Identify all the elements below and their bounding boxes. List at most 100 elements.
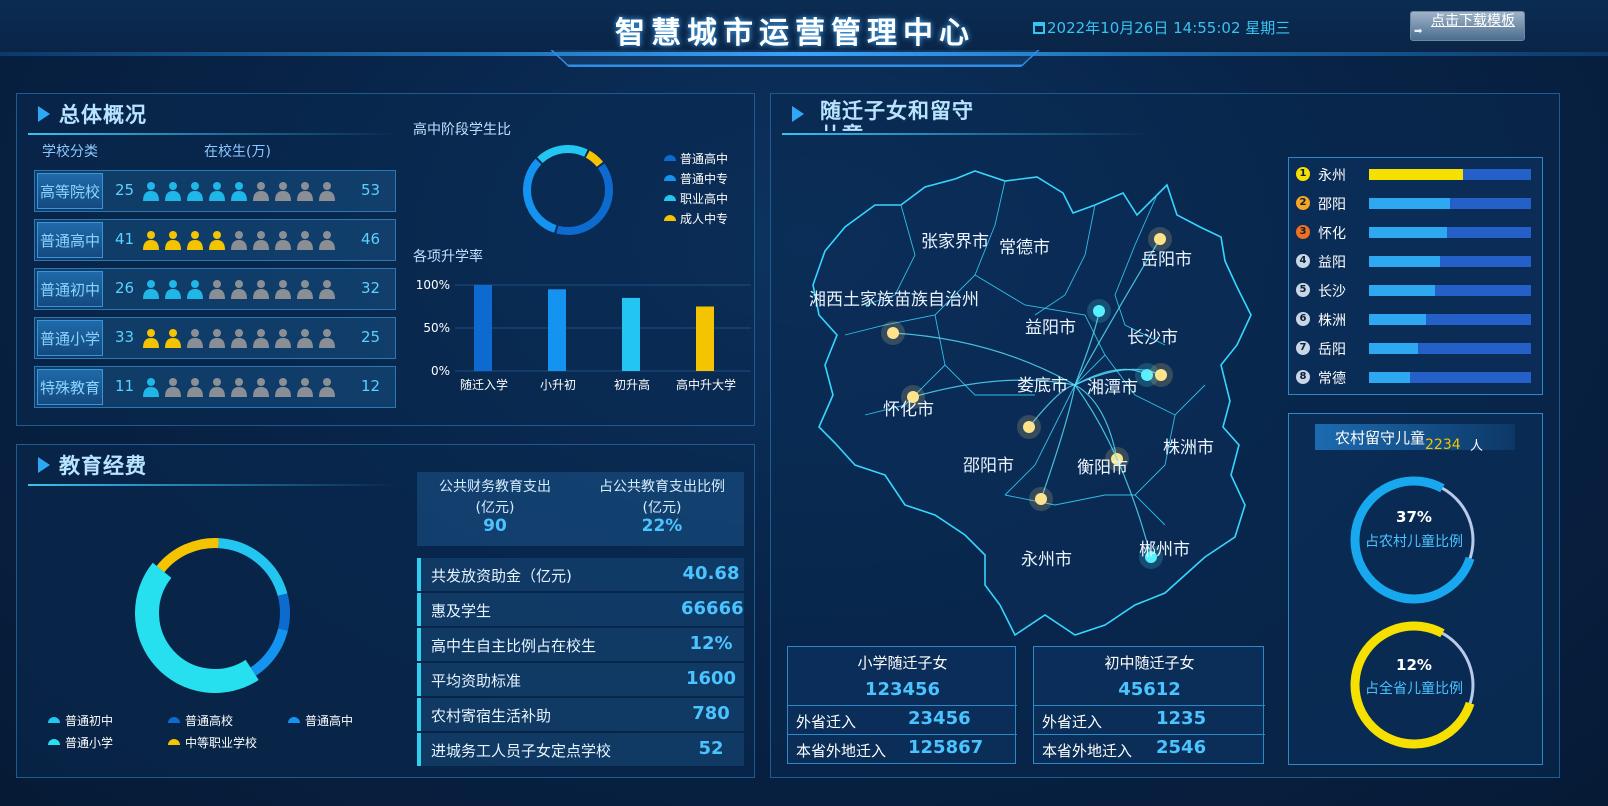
ranking-row: 1 永州 <box>1296 163 1536 187</box>
city-label: 益阳市 <box>1025 318 1076 338</box>
junior-migrant-total: 45612 <box>1118 679 1181 700</box>
rate-bar <box>474 285 492 371</box>
legend-marker-icon <box>664 175 676 181</box>
person-icon <box>297 329 313 348</box>
title-underline <box>28 133 398 135</box>
funding-item-value: 780 <box>692 703 730 724</box>
person-icon <box>231 378 247 397</box>
overview-title: 总体概况 <box>59 103 147 127</box>
person-icon <box>253 280 269 299</box>
funding-legend-label: 中等职业学校 <box>185 736 258 750</box>
person-icon <box>187 329 203 348</box>
school-type-label: 普通小学 <box>37 320 103 356</box>
city-marker[interactable] <box>1035 493 1047 505</box>
funding-title: 教育经费 <box>59 454 147 478</box>
school-type-list: 高等院校 25 53 普通高中 41 46 普通初中 26 32 普通小学 33 25 特殊教育 11 12 <box>34 170 396 410</box>
rank-bar-fill <box>1369 314 1426 325</box>
city-label: 湘潭市 <box>1087 378 1138 398</box>
title-underline <box>782 133 1152 135</box>
person-icon <box>253 182 269 201</box>
ratio-legend-label: 成人中专 <box>680 212 729 226</box>
ratio-legend-item: 普通高中 <box>664 150 754 168</box>
person-icon <box>165 378 181 397</box>
person-icon <box>209 182 225 201</box>
city-marker[interactable] <box>887 327 899 339</box>
x-tick-label: 初升高 <box>614 377 650 392</box>
funding-item-value: 66666 <box>681 598 744 619</box>
funding-donut-chart <box>135 538 290 693</box>
rank-city-name: 岳阳 <box>1318 342 1346 358</box>
ranking-row: 3 怀化 <box>1296 221 1536 245</box>
ranking-row: 6 株洲 <box>1296 308 1536 332</box>
rate-bar-chart: 100% 50% 0% 随迁入学 小升初 初升高 高中升大学 <box>416 278 751 392</box>
city-marker[interactable] <box>1093 305 1105 317</box>
person-icon <box>143 182 159 201</box>
junior-migrant-title: 初中随迁子女 <box>1104 654 1195 672</box>
school-count-left: 11 <box>115 377 135 395</box>
funding-slice <box>156 538 219 573</box>
person-icon <box>275 329 291 348</box>
ratio-slice <box>523 158 557 233</box>
city-marker[interactable] <box>1155 369 1167 381</box>
col-header-students: 在校生(万) <box>204 144 271 160</box>
download-template-button[interactable]: 点击下载模板 <box>1410 11 1525 41</box>
ranking-row: 7 岳阳 <box>1296 337 1536 361</box>
rank-bar-track <box>1369 227 1531 238</box>
funding-item-row: 农村寄宿生活补助 780 <box>417 698 744 731</box>
rural-unit: 人 <box>1470 439 1484 454</box>
person-icon <box>297 280 313 299</box>
school-type-row[interactable]: 普通高中 41 46 <box>34 219 396 261</box>
divider <box>788 705 1017 706</box>
funding-legend-item: 中等职业学校 <box>168 734 288 752</box>
arrow-right-icon: ➡ <box>1414 26 1423 37</box>
city-label: 娄底市 <box>1017 376 1068 396</box>
divider <box>1034 734 1265 735</box>
funding-item-value: 52 <box>698 738 724 759</box>
person-icon <box>143 329 159 348</box>
school-type-row[interactable]: 高等院校 25 53 <box>34 170 396 212</box>
funding-item-list: 共发放资助金（亿元) 40.68 惠及学生 66666 高中生自主比例占在校生 12% 平均… <box>417 558 744 770</box>
public-expense-box: 公共财务教育支出 (亿元) 90 占公共教育支出比例 (亿元) 22% <box>417 472 744 546</box>
rural-title: 农村留守儿童 <box>1335 429 1425 447</box>
city-marker[interactable] <box>1154 233 1166 245</box>
school-count-right: 46 <box>361 230 381 248</box>
hunan-map: 张家界市 常德市岳阳市湘西土家族苗族自治州益阳市 长沙市娄底市 湘潭市怀化市邵阳市 衡阳… <box>809 170 1252 637</box>
school-type-row[interactable]: 普通初中 26 32 <box>34 268 396 310</box>
col-header-type: 学校分类 <box>42 144 98 160</box>
page-title: 智慧城市运营管理中心 <box>615 16 975 51</box>
rank-badge: 4 <box>1296 254 1310 268</box>
rank-city-name: 永州 <box>1318 168 1346 184</box>
person-icon <box>275 378 291 397</box>
person-icon <box>143 280 159 299</box>
junior-migrant-box: 初中随迁子女 45612 外省迁入 1235 本省外地迁入 2546 <box>1033 646 1265 764</box>
funding-legend: 普通初中 普通高校 普通高中 普通小学 中等职业学校 <box>48 712 388 752</box>
city-label: 怀化市 <box>883 400 934 420</box>
primary-outprov-label: 外省迁入 <box>796 713 857 731</box>
person-icon <box>165 280 181 299</box>
funding-item-row: 进城务工人员子女定点学校 52 <box>417 733 744 766</box>
rank-bar-track <box>1369 285 1531 296</box>
rate-bar <box>696 306 714 371</box>
legend-marker-icon <box>48 717 60 723</box>
rank-bar-fill <box>1369 256 1441 267</box>
person-icon <box>275 182 291 201</box>
rank-badge: 2 <box>1296 196 1310 210</box>
person-icon <box>187 182 203 201</box>
rank-city-name: 怀化 <box>1318 226 1346 242</box>
city-marker[interactable] <box>1023 421 1035 433</box>
rank-bar-fill <box>1369 285 1436 296</box>
funding-item-row: 平均资助标准 1600 <box>417 663 744 696</box>
person-icon <box>253 231 269 250</box>
school-type-row[interactable]: 特殊教育 11 12 <box>34 366 396 408</box>
datetime-text: 2022年10月26日 14:55:02 星期三 <box>1047 19 1291 37</box>
public-expense-unit: (亿元) <box>475 500 515 516</box>
person-icon <box>231 231 247 250</box>
funding-legend-label: 普通高中 <box>305 714 354 728</box>
junior-inprov-label: 本省外地迁入 <box>1042 742 1133 760</box>
funding-item-row: 惠及学生 66666 <box>417 593 744 626</box>
school-type-row[interactable]: 普通小学 33 25 <box>34 317 396 359</box>
funding-legend-item: 普通高中 <box>288 712 408 730</box>
rank-bar-track <box>1369 314 1531 325</box>
section-arrow-icon <box>38 457 50 473</box>
primary-inprov-label: 本省外地迁入 <box>796 742 887 760</box>
